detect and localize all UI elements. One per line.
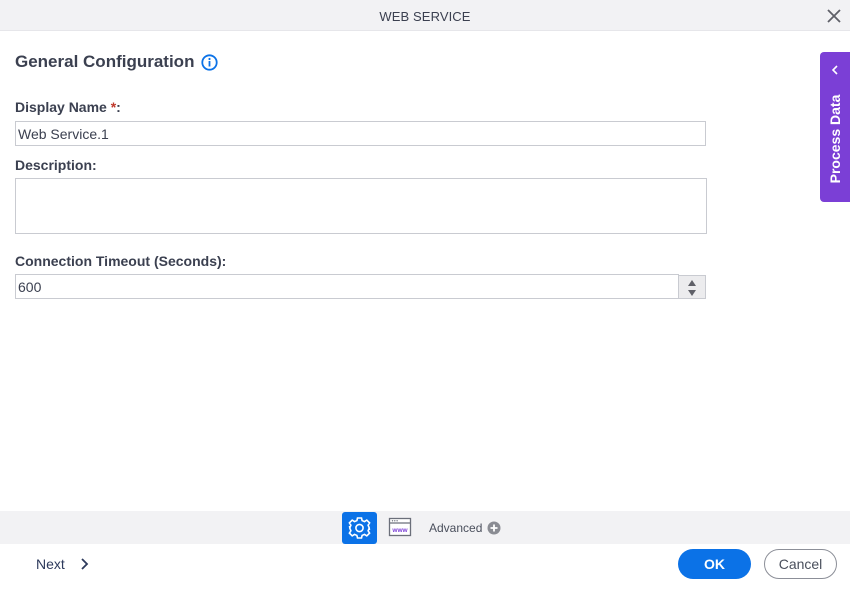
process-data-panel-tab[interactable]: Process Data: [820, 52, 850, 202]
chevron-right-icon[interactable]: [78, 557, 90, 571]
description-textarea[interactable]: [15, 178, 707, 234]
process-data-text: Process Data: [827, 94, 843, 184]
description-label: Description:: [15, 157, 97, 173]
plus-circle-icon[interactable]: [487, 521, 501, 535]
chevron-left-icon: [831, 65, 838, 75]
title-bar: WEB SERVICE: [0, 0, 850, 31]
connection-timeout-input[interactable]: [15, 274, 679, 299]
next-button[interactable]: Next: [36, 556, 65, 572]
connection-timeout-label: Connection Timeout (Seconds):: [15, 253, 227, 269]
spin-up-arrow-icon[interactable]: [688, 280, 696, 286]
process-data-label: Process Data: [824, 84, 846, 194]
www-icon: www: [388, 517, 412, 537]
display-name-label-text: Display Name: [15, 99, 111, 115]
label-suffix: :: [116, 99, 121, 115]
ok-button[interactable]: OK: [678, 549, 751, 579]
advanced-link[interactable]: Advanced: [429, 521, 482, 535]
section-title: General Configuration: [15, 52, 195, 71]
bottom-toolbar: www Advanced: [0, 511, 850, 544]
info-icon[interactable]: [201, 54, 218, 71]
spin-down-arrow-icon[interactable]: [688, 290, 696, 296]
gear-icon: [348, 517, 371, 539]
general-settings-tab[interactable]: [342, 512, 377, 544]
cancel-button[interactable]: Cancel: [764, 549, 837, 579]
svg-text:www: www: [391, 527, 408, 534]
display-name-input[interactable]: [15, 121, 706, 146]
window-title: WEB SERVICE: [379, 9, 471, 24]
web-service-tab[interactable]: www: [387, 515, 413, 539]
timeout-spinner[interactable]: [678, 275, 706, 299]
close-icon[interactable]: [824, 6, 844, 26]
display-name-label: Display Name *:: [15, 99, 121, 115]
